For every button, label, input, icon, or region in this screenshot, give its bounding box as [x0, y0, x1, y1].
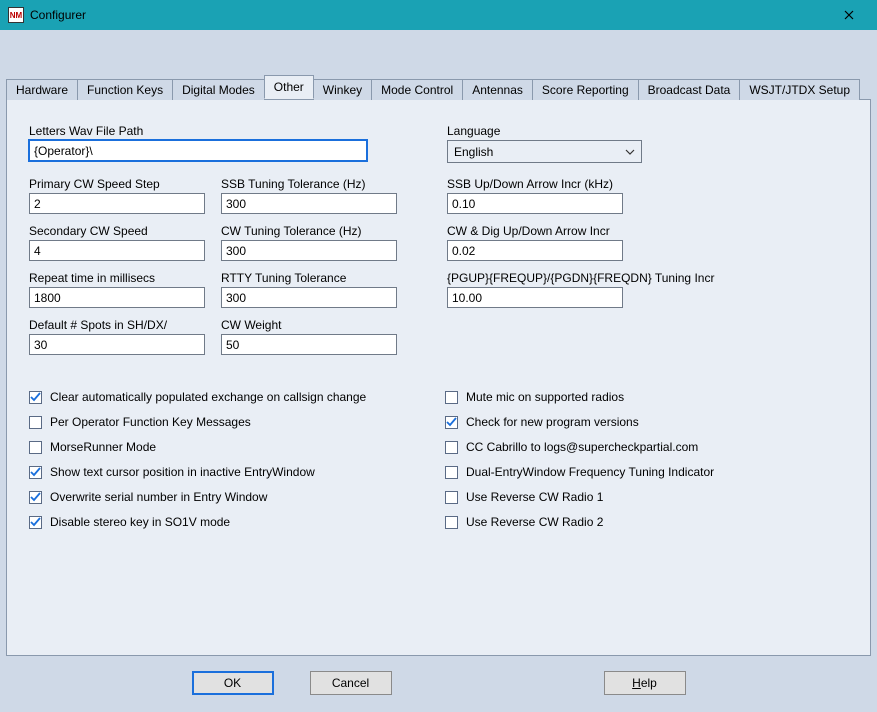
- tab-function-keys[interactable]: Function Keys: [77, 79, 173, 100]
- check-row-show-text-cursor: Show text cursor position in inactive En…: [29, 461, 421, 483]
- tab-winkey[interactable]: Winkey: [313, 79, 372, 100]
- check-row-overwrite-serial: Overwrite serial number in Entry Window: [29, 486, 421, 508]
- check-row-check-updates: Check for new program versions: [445, 411, 714, 433]
- check-row-disable-stereo: Disable stereo key in SO1V mode: [29, 511, 421, 533]
- check-row-reverse-cw-1: Use Reverse CW Radio 1: [445, 486, 714, 508]
- check-row-per-operator-fk: Per Operator Function Key Messages: [29, 411, 421, 433]
- checkbox-check-updates[interactable]: [445, 416, 458, 429]
- label-pgup-pgdn-tuning-incr: {PGUP}{FREQUP}/{PGDN}{FREQDN} Tuning Inc…: [447, 271, 847, 285]
- checkbox-disable-stereo[interactable]: [29, 516, 42, 529]
- language-select[interactable]: English: [447, 140, 642, 163]
- check-label-mute-mic: Mute mic on supported radios: [466, 390, 624, 404]
- secondary-cw-speed-input[interactable]: [29, 240, 205, 261]
- check-label-cc-cabrillo: CC Cabrillo to logs@supercheckpartial.co…: [466, 440, 698, 454]
- label-rtty-tuning-tolerance: RTTY Tuning Tolerance: [221, 271, 397, 285]
- letters-wav-input[interactable]: [29, 140, 367, 161]
- tab-other[interactable]: Other: [264, 75, 314, 99]
- check-label-morserunner: MorseRunner Mode: [50, 440, 156, 454]
- checkbox-group-left: Clear automatically populated exchange o…: [29, 383, 421, 536]
- label-ssb-tuning-tolerance: SSB Tuning Tolerance (Hz): [221, 177, 397, 191]
- label-ssb-updown-arrow: SSB Up/Down Arrow Incr (kHz): [447, 177, 847, 191]
- repeat-time-input[interactable]: [29, 287, 205, 308]
- tab-broadcast-data[interactable]: Broadcast Data: [638, 79, 741, 100]
- checkbox-clear-exchange[interactable]: [29, 391, 42, 404]
- checkbox-per-operator-fk[interactable]: [29, 416, 42, 429]
- check-label-check-updates: Check for new program versions: [466, 415, 639, 429]
- cw-dig-updown-input[interactable]: [447, 240, 623, 261]
- title-bar: NM Configurer: [0, 0, 877, 30]
- client-area: Hardware Function Keys Digital Modes Oth…: [0, 30, 877, 712]
- app-icon: NM: [8, 7, 24, 23]
- language-value: English: [454, 145, 493, 159]
- check-row-cc-cabrillo: CC Cabrillo to logs@supercheckpartial.co…: [445, 436, 714, 458]
- help-button[interactable]: Help: [604, 671, 686, 695]
- label-cw-dig-updown: CW & Dig Up/Down Arrow Incr: [447, 224, 847, 238]
- tab-strip: Hardware Function Keys Digital Modes Oth…: [6, 78, 871, 100]
- check-row-dual-entry-tuning: Dual-EntryWindow Frequency Tuning Indica…: [445, 461, 714, 483]
- button-bar: OK Cancel Help: [0, 668, 877, 698]
- cancel-button[interactable]: Cancel: [310, 671, 392, 695]
- check-label-reverse-cw-1: Use Reverse CW Radio 1: [466, 490, 603, 504]
- check-label-clear-exchange: Clear automatically populated exchange o…: [50, 390, 366, 404]
- rtty-tuning-tolerance-input[interactable]: [221, 287, 397, 308]
- cw-weight-input[interactable]: [221, 334, 397, 355]
- check-label-overwrite-serial: Overwrite serial number in Entry Window: [50, 490, 267, 504]
- check-label-show-text-cursor: Show text cursor position in inactive En…: [50, 465, 315, 479]
- label-repeat-time: Repeat time in millisecs: [29, 271, 205, 285]
- chevron-down-icon: [625, 147, 635, 157]
- label-primary-cw-speed-step: Primary CW Speed Step: [29, 177, 205, 191]
- label-language: Language: [447, 124, 847, 138]
- check-label-disable-stereo: Disable stereo key in SO1V mode: [50, 515, 230, 529]
- close-button[interactable]: [829, 1, 869, 29]
- ok-button[interactable]: OK: [192, 671, 274, 695]
- label-default-spots: Default # Spots in SH/DX/: [29, 318, 205, 332]
- primary-cw-speed-step-input[interactable]: [29, 193, 205, 214]
- check-label-reverse-cw-2: Use Reverse CW Radio 2: [466, 515, 603, 529]
- ssb-tuning-tolerance-input[interactable]: [221, 193, 397, 214]
- tab-panel-other: Letters Wav File Path Language English P…: [6, 100, 871, 656]
- tab-digital-modes[interactable]: Digital Modes: [172, 79, 265, 100]
- tab-hardware[interactable]: Hardware: [6, 79, 78, 100]
- check-row-mute-mic: Mute mic on supported radios: [445, 386, 714, 408]
- check-row-clear-exchange: Clear automatically populated exchange o…: [29, 386, 421, 408]
- checkbox-overwrite-serial[interactable]: [29, 491, 42, 504]
- checkbox-reverse-cw-2[interactable]: [445, 516, 458, 529]
- window-title: Configurer: [30, 8, 829, 22]
- check-label-per-operator-fk: Per Operator Function Key Messages: [50, 415, 251, 429]
- cw-tuning-tolerance-input[interactable]: [221, 240, 397, 261]
- checkbox-mute-mic[interactable]: [445, 391, 458, 404]
- default-spots-input[interactable]: [29, 334, 205, 355]
- tab-score-reporting[interactable]: Score Reporting: [532, 79, 639, 100]
- check-row-reverse-cw-2: Use Reverse CW Radio 2: [445, 511, 714, 533]
- tab-wsjt-jtdx-setup[interactable]: WSJT/JTDX Setup: [739, 79, 860, 100]
- tab-antennas[interactable]: Antennas: [462, 79, 533, 100]
- close-icon: [844, 10, 854, 20]
- tab-mode-control[interactable]: Mode Control: [371, 79, 463, 100]
- checkbox-morserunner[interactable]: [29, 441, 42, 454]
- checkbox-reverse-cw-1[interactable]: [445, 491, 458, 504]
- ssb-updown-arrow-input[interactable]: [447, 193, 623, 214]
- label-cw-weight: CW Weight: [221, 318, 397, 332]
- checkbox-cc-cabrillo[interactable]: [445, 441, 458, 454]
- label-letters-wav: Letters Wav File Path: [29, 124, 421, 138]
- label-cw-tuning-tolerance: CW Tuning Tolerance (Hz): [221, 224, 397, 238]
- checkbox-show-text-cursor[interactable]: [29, 466, 42, 479]
- check-row-morserunner: MorseRunner Mode: [29, 436, 421, 458]
- check-label-dual-entry-tuning: Dual-EntryWindow Frequency Tuning Indica…: [466, 465, 714, 479]
- checkbox-group-right: Mute mic on supported radios Check for ne…: [445, 383, 714, 536]
- label-secondary-cw-speed: Secondary CW Speed: [29, 224, 205, 238]
- checkbox-dual-entry-tuning[interactable]: [445, 466, 458, 479]
- pgup-pgdn-tuning-incr-input[interactable]: [447, 287, 623, 308]
